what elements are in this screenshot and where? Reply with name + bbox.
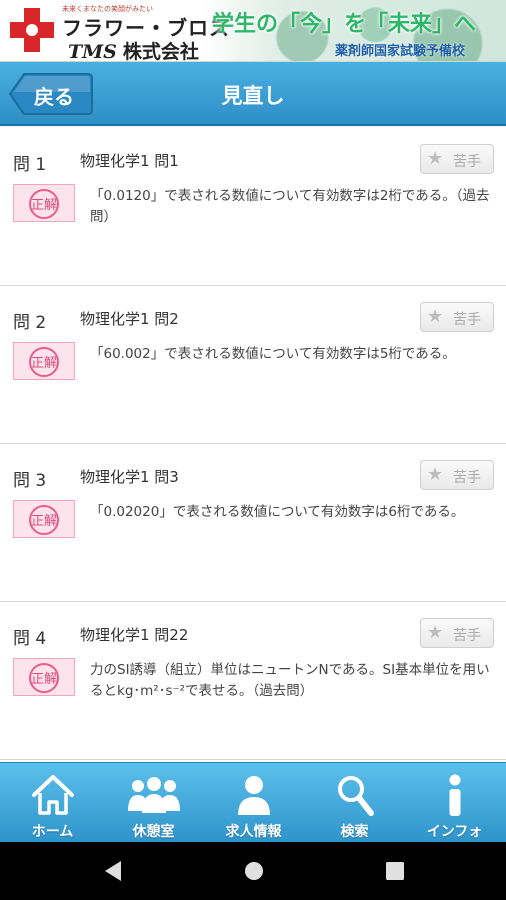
correct-badge: 正解: [13, 342, 75, 380]
correct-badge: 正解: [13, 184, 75, 222]
weak-button-label: 苦手: [453, 312, 481, 328]
question-subject: 物理化学1 問22: [80, 626, 189, 644]
ad-banner[interactable]: 未来くまなたの笑顔がみたい フラワー・ブロス TMS 株式会社 学生の「今」を「未…: [0, 0, 506, 62]
question-list[interactable]: 問 1 物理化学1 問1 ★ 苦手 正解 「0.0120」で表される数値について…: [0, 128, 506, 760]
correct-badge-label: 正解: [30, 356, 57, 371]
header-bar: 戻る 見直し: [0, 62, 506, 126]
tab-search-label: 検索: [340, 824, 369, 840]
tab-search[interactable]: 検索: [304, 763, 405, 843]
question-text: 「0.02020」で表される数値について有効数字は6桁である。: [90, 504, 465, 520]
weak-button-label: 苦手: [453, 628, 481, 644]
banner-company-prefix: TMS: [68, 41, 117, 62]
tab-lounge-label: 休憩室: [132, 824, 175, 840]
banner-school: 薬剤師国家試験予備校: [335, 44, 466, 59]
search-icon: [337, 776, 374, 816]
tab-home-label: ホーム: [31, 824, 74, 840]
nav-recents-icon[interactable]: [384, 859, 406, 883]
correct-badge-label: 正解: [30, 672, 57, 687]
question-number: 問 1: [13, 155, 47, 175]
question-item[interactable]: 問 4 物理化学1 問22 ★ 苦手 正解 力のSI誘導（組立）単位はニュートン…: [0, 602, 506, 760]
question-text: 力のSI誘導（組立）単位はニュートンNである。SI基本単位を用いるとkg･m²･…: [90, 662, 490, 699]
info-icon: [449, 774, 460, 816]
red-cross-logo-icon: [10, 8, 54, 52]
home-icon: [31, 775, 74, 815]
banner-company-name: 株式会社: [122, 41, 199, 62]
weak-button[interactable]: ★ 苦手: [420, 302, 494, 332]
weak-button[interactable]: ★ 苦手: [420, 460, 494, 490]
star-icon: ★: [427, 306, 444, 327]
weak-button[interactable]: ★ 苦手: [420, 618, 494, 648]
star-icon: ★: [427, 622, 444, 643]
question-number: 問 3: [13, 471, 47, 491]
tab-home[interactable]: ホーム: [2, 763, 103, 843]
nav-home-icon[interactable]: [243, 859, 265, 883]
question-item[interactable]: 問 1 物理化学1 問1 ★ 苦手 正解 「0.0120」で表される数値について…: [0, 128, 506, 286]
question-subject: 物理化学1 問3: [80, 468, 179, 486]
bottom-tab-bar: ホーム 休憩室 求人情報 検索 インフォ: [0, 762, 506, 842]
banner-slogan: 学生の「今」を「未来」へ: [212, 12, 477, 37]
star-icon: ★: [427, 148, 444, 169]
weak-button[interactable]: ★ 苦手: [420, 144, 494, 174]
question-text: 「60.002」で表される数値について有効数字は5桁である。: [90, 346, 456, 362]
question-text: 「0.0120」で表される数値について有効数字は2桁である。（過去問）: [90, 188, 490, 225]
tab-info-label: インフォ: [426, 824, 483, 840]
question-subject: 物理化学1 問1: [80, 152, 179, 170]
person-icon: [237, 776, 270, 815]
question-number: 問 4: [13, 629, 47, 649]
weak-button-label: 苦手: [453, 470, 481, 486]
tab-jobs[interactable]: 求人情報: [203, 763, 304, 843]
tab-lounge[interactable]: 休憩室: [103, 763, 204, 843]
nav-back-icon[interactable]: [101, 859, 123, 883]
tab-info[interactable]: インフォ: [404, 763, 505, 843]
system-nav-bar: [0, 842, 506, 900]
banner-company: TMS 株式会社: [68, 37, 199, 62]
question-item[interactable]: 問 2 物理化学1 問2 ★ 苦手 正解 「60.002」で表される数値について…: [0, 286, 506, 444]
correct-badge: 正解: [13, 500, 75, 538]
people-icon: [127, 777, 180, 813]
correct-badge-label: 正解: [30, 198, 57, 213]
question-number: 問 2: [13, 313, 47, 333]
page-title: 見直し: [221, 84, 285, 108]
weak-button-label: 苦手: [453, 154, 481, 170]
correct-badge-label: 正解: [30, 514, 57, 529]
question-item[interactable]: 問 3 物理化学1 問3 ★ 苦手 正解 「0.02020」で表される数値につい…: [0, 444, 506, 602]
correct-badge: 正解: [13, 658, 75, 696]
star-icon: ★: [427, 464, 444, 485]
question-subject: 物理化学1 問2: [80, 310, 179, 328]
tab-jobs-label: 求人情報: [225, 824, 282, 840]
